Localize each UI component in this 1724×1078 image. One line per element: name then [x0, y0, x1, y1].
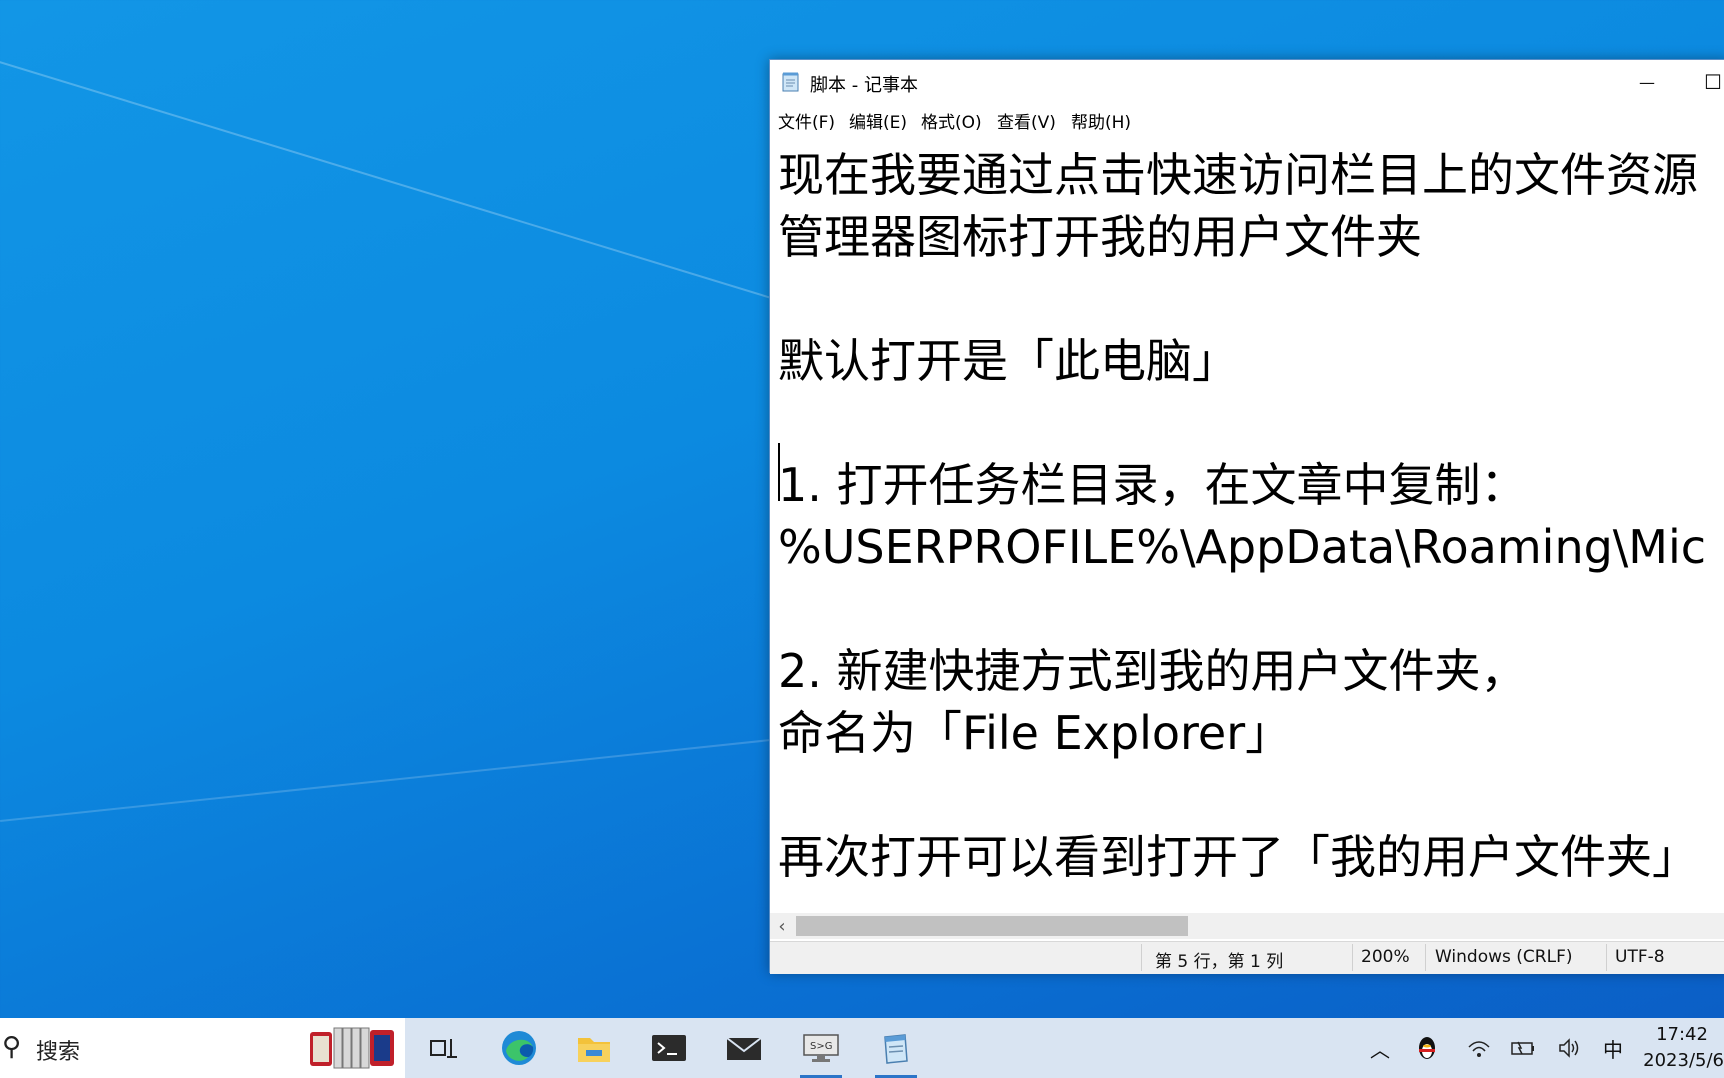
menu-file[interactable]: 文件(F) — [778, 108, 835, 133]
remote-desktop-icon: S>G — [803, 1034, 839, 1062]
tray-overflow-button[interactable]: ︿ — [1365, 1018, 1395, 1078]
terminal-icon — [652, 1035, 686, 1061]
search-icon: ⚲ — [2, 1032, 22, 1062]
edge-button[interactable] — [490, 1018, 548, 1078]
folder-icon — [578, 1038, 610, 1062]
text-line: 2. 新建快捷方式到我的用户文件夹， — [778, 644, 1527, 698]
svg-text:S>G: S>G — [810, 1041, 832, 1052]
edge-icon — [502, 1031, 536, 1065]
menu-edit[interactable]: 编辑(E) — [849, 108, 907, 133]
remote-desktop-button[interactable]: S>G — [792, 1018, 850, 1078]
file-explorer-button[interactable] — [565, 1018, 623, 1078]
network-tray-button[interactable] — [1462, 1018, 1496, 1078]
menu-bar: 文件(F) 编辑(E) 格式(O) 查看(V) 帮助(H) — [770, 104, 1724, 134]
search-placeholder: 搜索 — [36, 1040, 81, 1065]
status-divider — [1141, 944, 1142, 971]
mail-icon — [726, 1037, 762, 1060]
text-line: 1. 打开任务栏目录，在文章中复制： — [778, 458, 1527, 512]
menu-help[interactable]: 帮助(H) — [1071, 108, 1131, 133]
notepad-window: 脚本 - 记事本 — ☐ 文件(F) 编辑(E) 格式(O) 查看(V) 帮助(… — [769, 59, 1724, 974]
status-divider — [1425, 944, 1426, 971]
clock-date: 2023/5/6 — [1643, 1050, 1724, 1071]
text-line: %USERPROFILE%\AppData\Roaming\Mic — [778, 520, 1707, 574]
encoding: UTF-8 — [1615, 947, 1665, 967]
wifi-icon — [1468, 1041, 1490, 1057]
taskbar-search-box[interactable]: ⚲ 搜索 — [0, 1018, 405, 1078]
scroll-left-icon[interactable]: ‹ — [774, 913, 790, 939]
window-title: 脚本 - 记事本 — [810, 75, 918, 96]
text-editor[interactable]: 现在我要通过点击快速访问栏目上的文件资源 管理器图标打开我的用户文件夹 默认打开… — [770, 136, 1724, 908]
status-bar: 第 5 行，第 1 列 200% Windows (CRLF) UTF-8 — [770, 941, 1724, 974]
cursor-position: 第 5 行，第 1 列 — [1155, 952, 1284, 972]
clock[interactable]: 17:42 2023/5/6 — [1640, 1022, 1724, 1074]
maximize-icon: ☐ — [1704, 70, 1722, 94]
battery-tray-button[interactable] — [1506, 1018, 1540, 1078]
line-ending: Windows (CRLF) — [1435, 947, 1573, 967]
accordion-icon — [310, 1027, 394, 1069]
notepad-taskbar-button[interactable] — [867, 1018, 925, 1078]
terminal-button[interactable] — [640, 1018, 698, 1078]
ime-indicator[interactable]: 中 — [1596, 1018, 1630, 1078]
battery-icon — [1511, 1041, 1534, 1055]
maximize-button[interactable]: ☐ — [1680, 60, 1724, 104]
text-line: 再次打开可以看到打开了「我的用户文件夹」 — [778, 830, 1698, 884]
text-line: 管理器图标打开我的用户文件夹 — [778, 210, 1422, 264]
chevron-up-icon: ︿ — [1370, 1037, 1390, 1062]
menu-format[interactable]: 格式(O) — [921, 108, 982, 133]
speaker-icon — [1559, 1038, 1579, 1058]
text-line: 命名为「File Explorer」 — [778, 706, 1292, 760]
menu-view[interactable]: 查看(V) — [997, 108, 1056, 133]
horizontal-scrollbar[interactable]: ‹ — [770, 913, 1724, 939]
zoom-level: 200% — [1361, 947, 1410, 967]
task-view-icon — [430, 1039, 457, 1058]
minimize-icon: — — [1639, 72, 1655, 92]
qq-penguin-icon — [1419, 1037, 1435, 1059]
clock-time: 17:42 — [1656, 1024, 1708, 1045]
status-divider — [1606, 944, 1607, 971]
status-divider — [1352, 944, 1353, 971]
mail-button[interactable] — [715, 1018, 773, 1078]
text-line: 默认打开是「此电脑」 — [778, 334, 1238, 388]
text-line: 现在我要通过点击快速访问栏目上的文件资源 — [778, 148, 1698, 202]
task-view-button[interactable] — [415, 1018, 473, 1078]
scrollbar-thumb[interactable] — [796, 916, 1188, 936]
title-bar[interactable]: 脚本 - 记事本 — ☐ — [770, 60, 1724, 104]
minimize-button[interactable]: — — [1614, 60, 1680, 104]
notepad-icon — [782, 72, 799, 92]
notepad-icon — [884, 1034, 908, 1064]
qq-tray-button[interactable] — [1410, 1018, 1444, 1078]
text-caret — [778, 443, 780, 501]
ime-label: 中 — [1603, 1037, 1623, 1062]
volume-tray-button[interactable] — [1552, 1018, 1586, 1078]
